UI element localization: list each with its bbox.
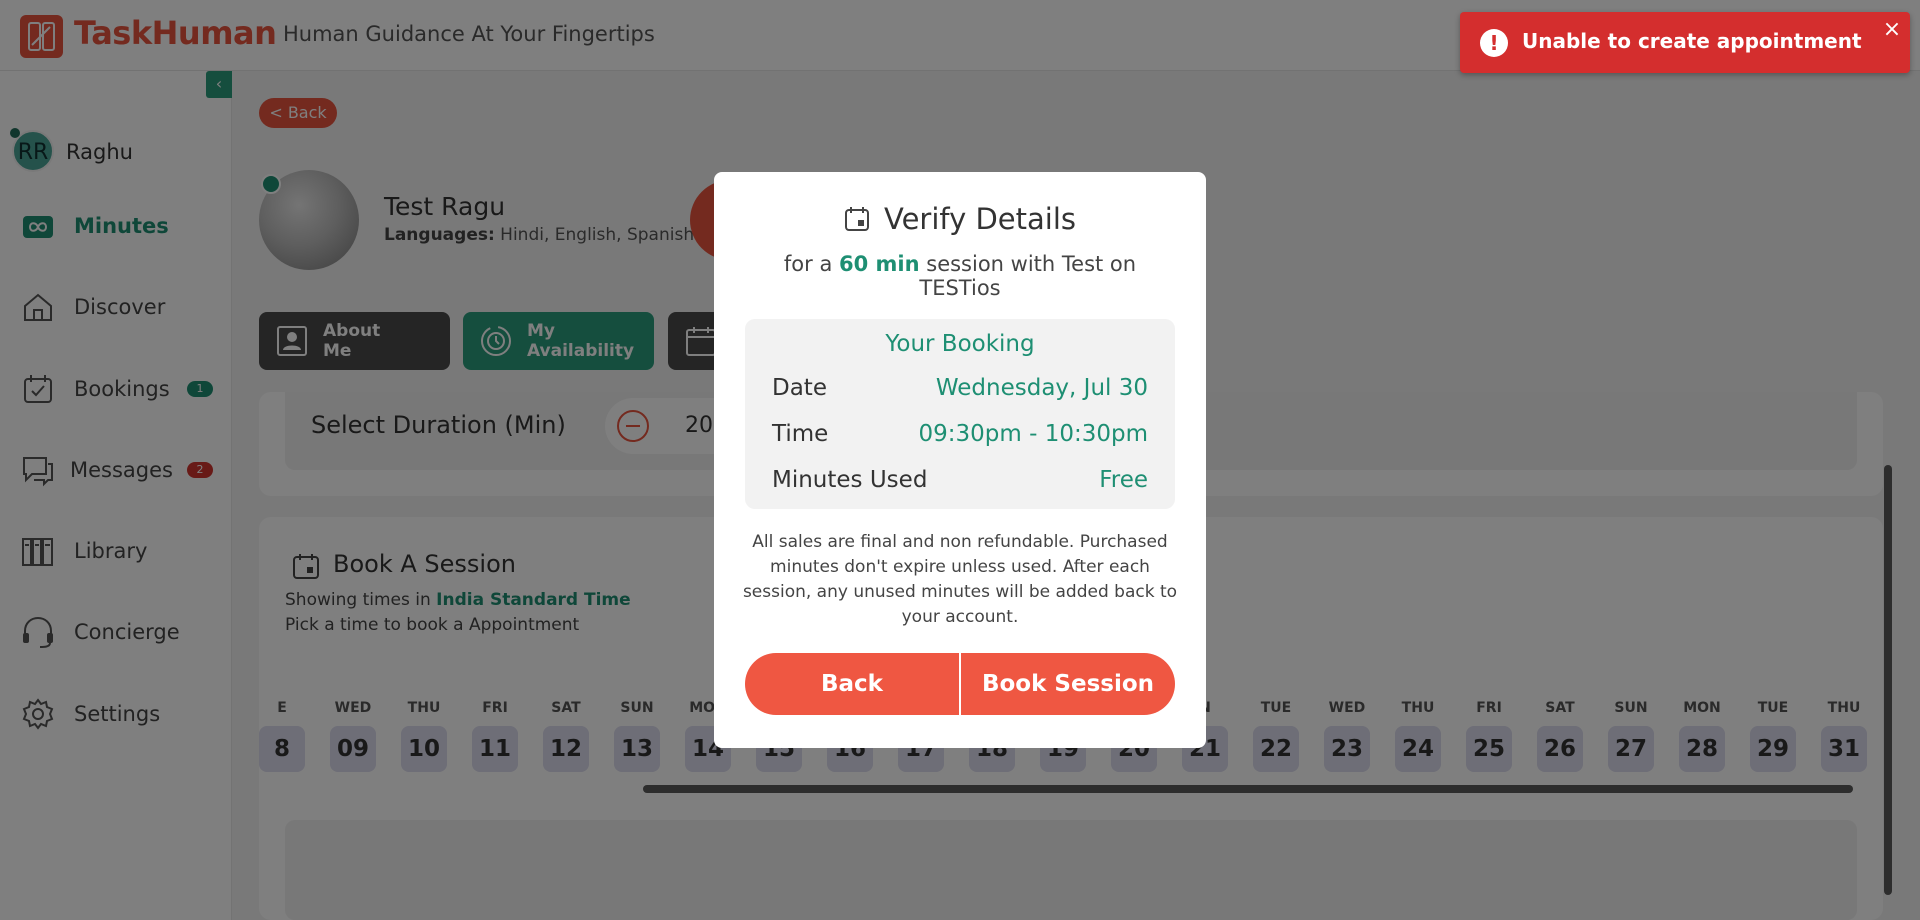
row-key: Minutes Used — [772, 467, 928, 493]
row-value: 09:30pm - 10:30pm — [918, 421, 1149, 447]
refund-policy-note: All sales are final and non refundable. … — [742, 532, 1178, 627]
row-value: Free — [1099, 467, 1148, 493]
error-toast: ! Unable to create appointment × — [1460, 12, 1910, 73]
booking-summary: Your Booking Date Wednesday, Jul 30 Time… — [745, 319, 1175, 509]
booking-row-minutes: Minutes Used Free — [772, 467, 1148, 497]
row-value: Wednesday, Jul 30 — [935, 375, 1148, 401]
alert-icon: ! — [1480, 29, 1508, 57]
booking-row-date: Date Wednesday, Jul 30 — [772, 375, 1148, 405]
modal-header: Verify Details — [714, 202, 1206, 236]
modal-subtitle: for a 60 min session with Test on TESTio… — [754, 252, 1166, 300]
row-key: Date — [772, 375, 827, 401]
booking-row-time: Time 09:30pm - 10:30pm — [772, 421, 1148, 451]
modal-title: Verify Details — [883, 202, 1077, 236]
close-icon[interactable]: × — [1882, 19, 1902, 41]
booking-summary-title: Your Booking — [885, 331, 1035, 357]
session-duration: 60 min — [839, 252, 920, 276]
modal-back-button[interactable]: Back — [745, 653, 959, 715]
book-session-button[interactable]: Book Session — [961, 653, 1175, 715]
subtitle-prefix: for a — [783, 252, 839, 276]
verify-details-modal: Verify Details for a 60 min session with… — [714, 172, 1206, 748]
toast-message: Unable to create appointment — [1522, 29, 1862, 53]
subtitle-suffix: session with Test on TESTios — [919, 252, 1137, 300]
calendar-icon — [844, 207, 869, 231]
row-key: Time — [772, 421, 829, 447]
